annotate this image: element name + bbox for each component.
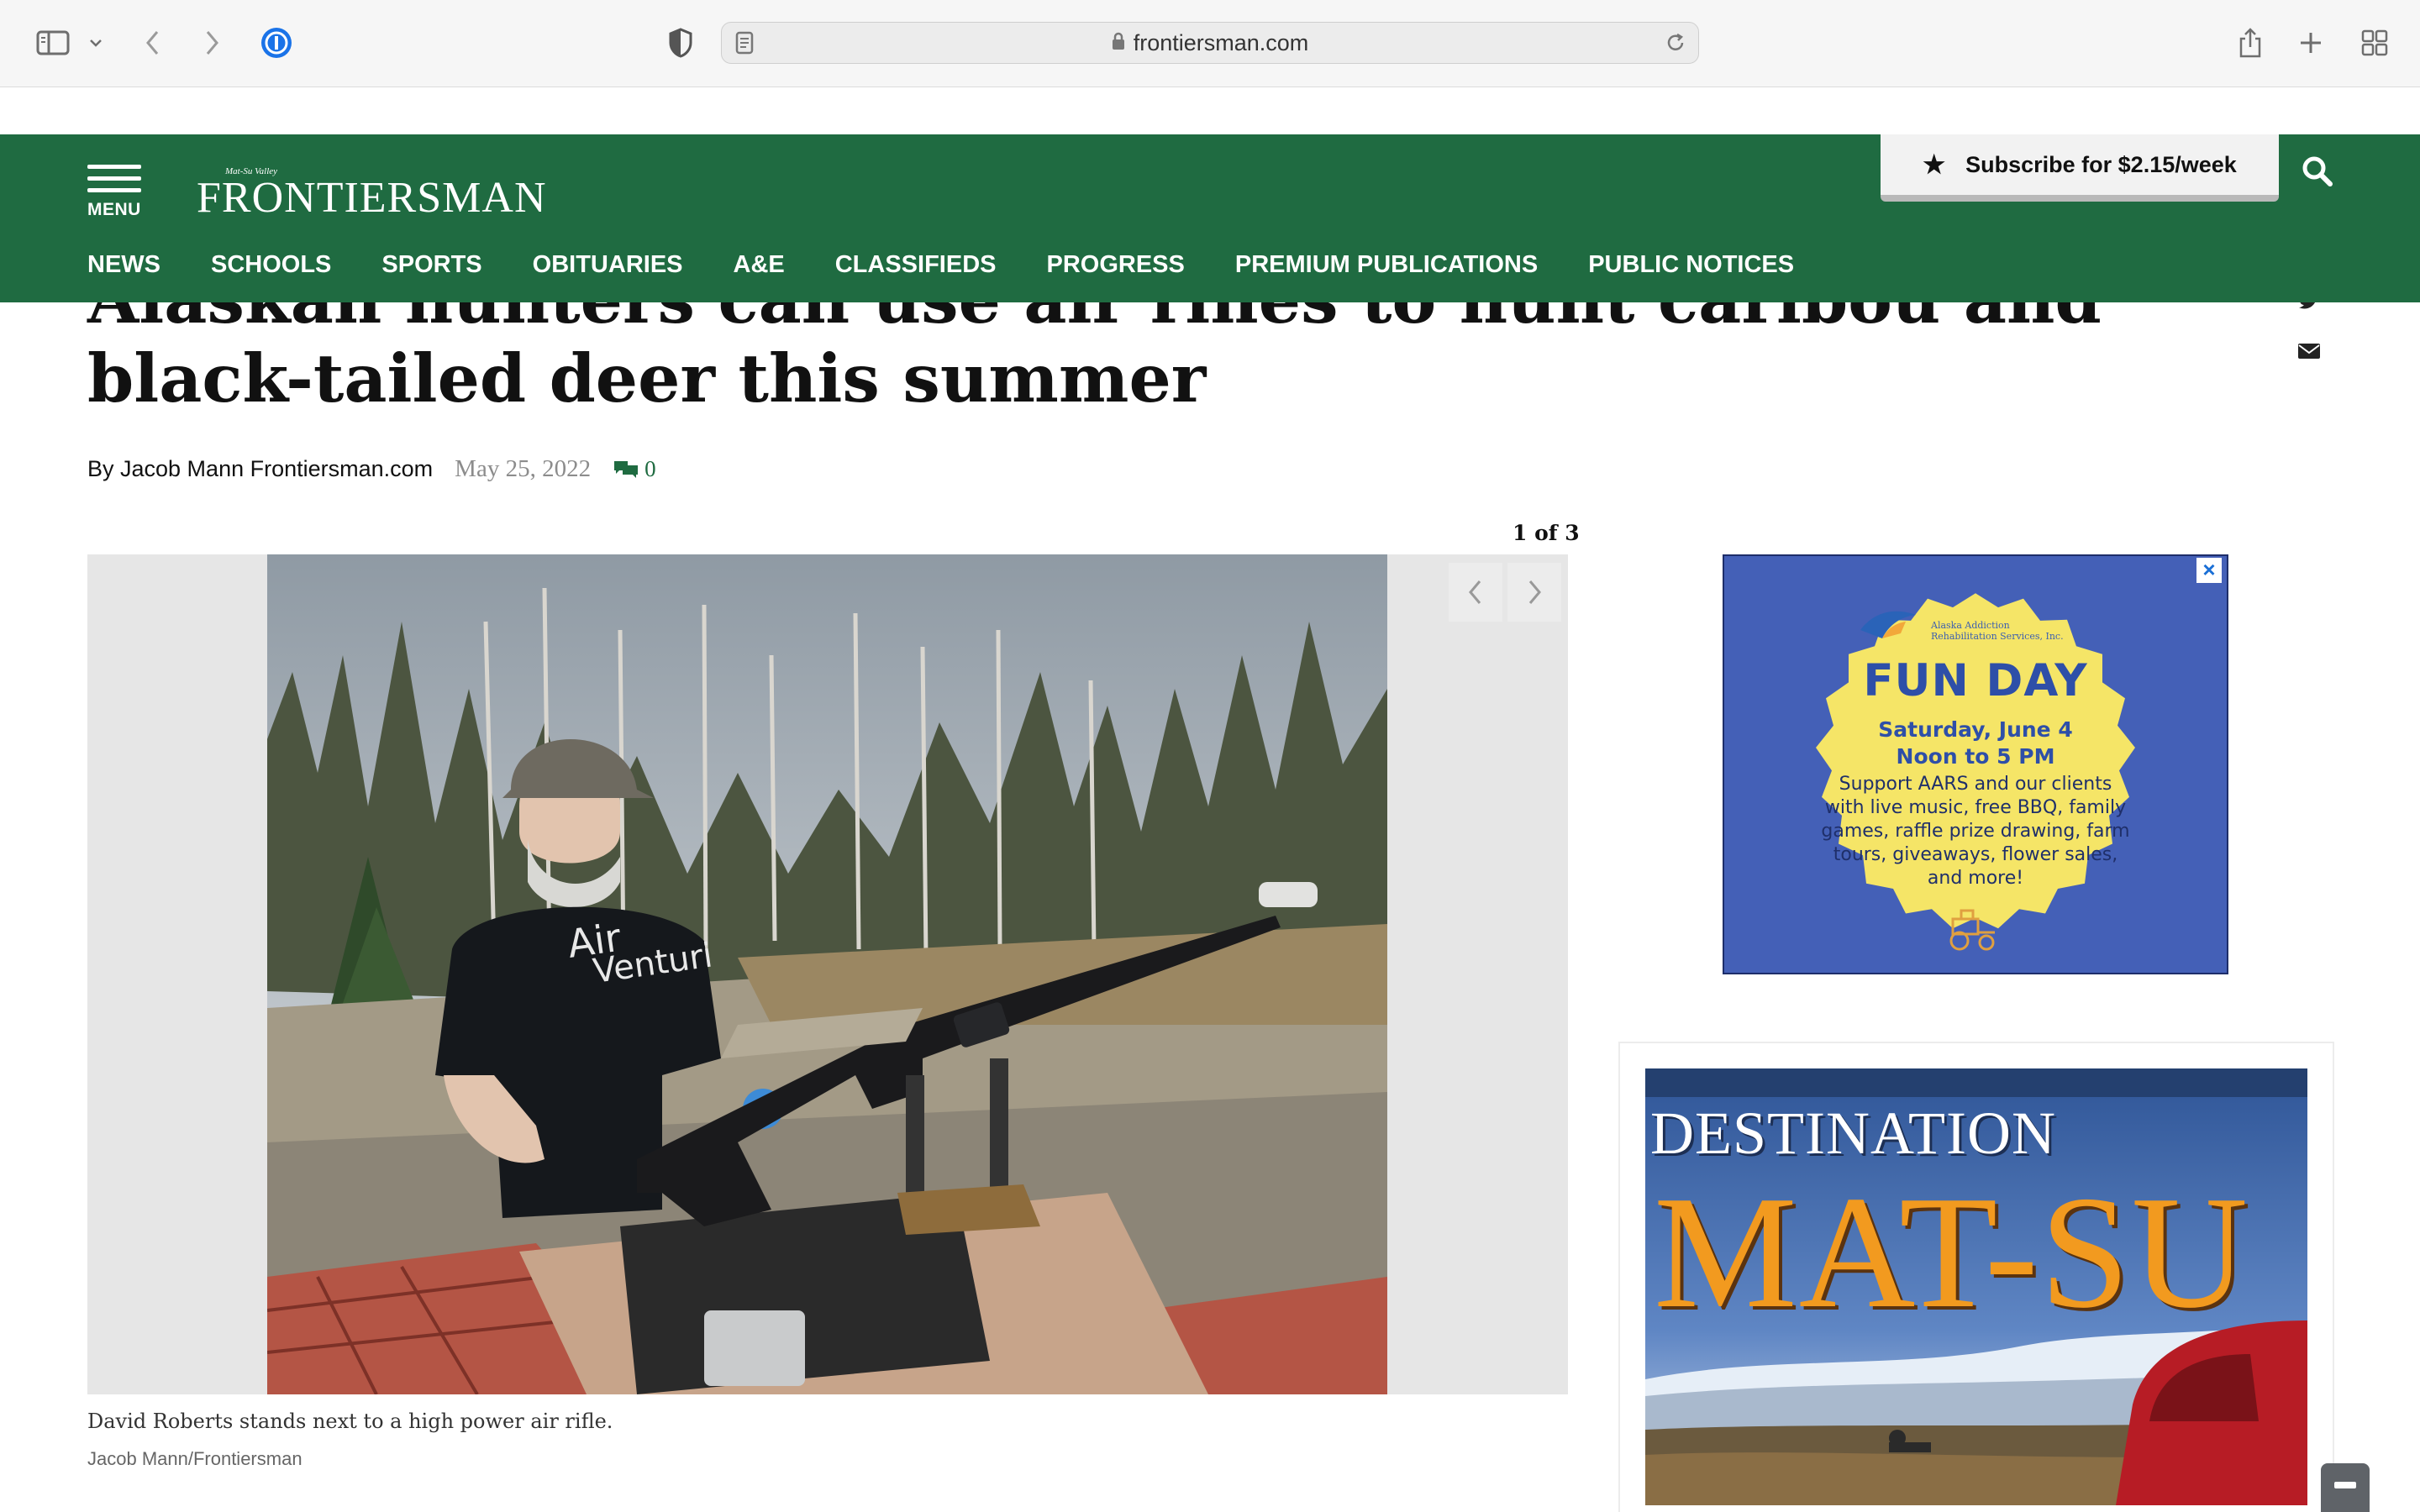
address-bar[interactable]: frontiersman.com: [721, 22, 1699, 64]
minimize-button[interactable]: [2321, 1463, 2370, 1512]
gallery-counter: 1 of 3: [1512, 521, 1580, 545]
nav-news[interactable]: NEWS: [87, 251, 160, 279]
main-nav: NEWS SCHOOLS SPORTS OBITUARIES A&E CLASS…: [87, 244, 1844, 286]
nav-progress[interactable]: PROGRESS: [1046, 251, 1184, 279]
menu-label: MENU: [87, 200, 141, 219]
password-manager-icon[interactable]: [257, 18, 296, 67]
tab-overview-icon[interactable]: [2358, 18, 2391, 67]
destination-mat-su-ad[interactable]: DESTINATION MAT-SU: [1645, 1068, 2307, 1505]
ad-title: FUN DAY: [1863, 655, 2088, 706]
ad-close-button[interactable]: ×: [2196, 558, 2222, 583]
nav-premium-publications[interactable]: PREMIUM PUBLICATIONS: [1235, 251, 1538, 279]
menu-button[interactable]: MENU: [87, 150, 146, 225]
ad-mat-su-text: MAT-SU: [1654, 1163, 2250, 1341]
photo-gallery: Air Venturi: [87, 554, 1568, 1394]
search-icon[interactable]: [2301, 155, 2334, 188]
destination-ad-container: DESTINATION MAT-SU: [1618, 1042, 2334, 1512]
ad-org-name: Alaska Addiction Rehabilitation Services…: [1931, 620, 2064, 642]
star-icon: ★: [1923, 150, 1946, 179]
comment-count: 0: [644, 455, 656, 481]
tractor-icon: [1944, 907, 2005, 957]
email-share-icon[interactable]: [2297, 341, 2321, 361]
chevron-right-icon: [1528, 580, 1541, 604]
publish-date: May 25, 2022: [455, 454, 592, 482]
privacy-shield-icon[interactable]: [664, 18, 697, 67]
url-text: frontiersman.com: [1133, 29, 1309, 55]
article-photo[interactable]: Air Venturi: [267, 554, 1387, 1394]
site-header: MENU Mat-Su Valley FRONTIERSMAN ★ Subscr…: [0, 134, 2420, 302]
chevron-down-icon[interactable]: [84, 18, 108, 67]
nav-classifieds[interactable]: CLASSIFIEDS: [835, 251, 997, 279]
browser-toolbar: frontiersman.com: [0, 0, 2420, 87]
logo-name: FRONTIERSMAN: [197, 174, 547, 222]
subscribe-label: Subscribe for $2.15/week: [1965, 151, 2237, 177]
nav-sports[interactable]: SPORTS: [381, 251, 481, 279]
site-logo[interactable]: Mat-Su Valley FRONTIERSMAN: [197, 158, 546, 225]
nav-obituaries[interactable]: OBITUARIES: [533, 251, 683, 279]
sidebar-toggle-icon[interactable]: [32, 18, 74, 67]
chevron-left-icon: [1469, 580, 1481, 604]
nav-arts-entertainment[interactable]: A&E: [734, 251, 785, 279]
reload-icon[interactable]: [1665, 32, 1686, 58]
ad-date: Saturday, June 4: [1878, 717, 2073, 742]
author-name[interactable]: By Jacob Mann Frontiersman.com: [87, 456, 433, 482]
forward-icon[interactable]: [197, 18, 227, 67]
comments-link[interactable]: 0: [613, 456, 656, 482]
comments-icon: [614, 461, 639, 478]
share-icon[interactable]: [2233, 18, 2267, 67]
ad-time: Noon to 5 PM: [1896, 744, 2055, 769]
nav-schools[interactable]: SCHOOLS: [211, 251, 331, 279]
nav-public-notices[interactable]: PUBLIC NOTICES: [1588, 251, 1794, 279]
gallery-previous-button[interactable]: [1449, 563, 1502, 622]
gallery-next-button[interactable]: [1507, 563, 1561, 622]
photo-caption: David Roberts stands next to a high powe…: [87, 1410, 613, 1433]
lock-icon: [1112, 30, 1125, 56]
ad-body: Support AARS and our clients with live m…: [1821, 774, 2130, 889]
photo-credit: Jacob Mann/Frontiersman: [87, 1448, 302, 1469]
fun-day-ad[interactable]: Alaska Addiction Rehabilitation Services…: [1723, 554, 2228, 974]
new-tab-icon[interactable]: [2294, 18, 2328, 67]
byline: By Jacob Mann Frontiersman.com May 25, 2…: [87, 454, 656, 484]
subscribe-button[interactable]: ★ Subscribe for $2.15/week: [1881, 134, 2279, 202]
ad-destination-text: DESTINATION: [1650, 1100, 2056, 1167]
ad-logo-icon: [1859, 605, 1918, 648]
hamburger-icon: [87, 165, 141, 169]
back-icon[interactable]: [138, 18, 168, 67]
